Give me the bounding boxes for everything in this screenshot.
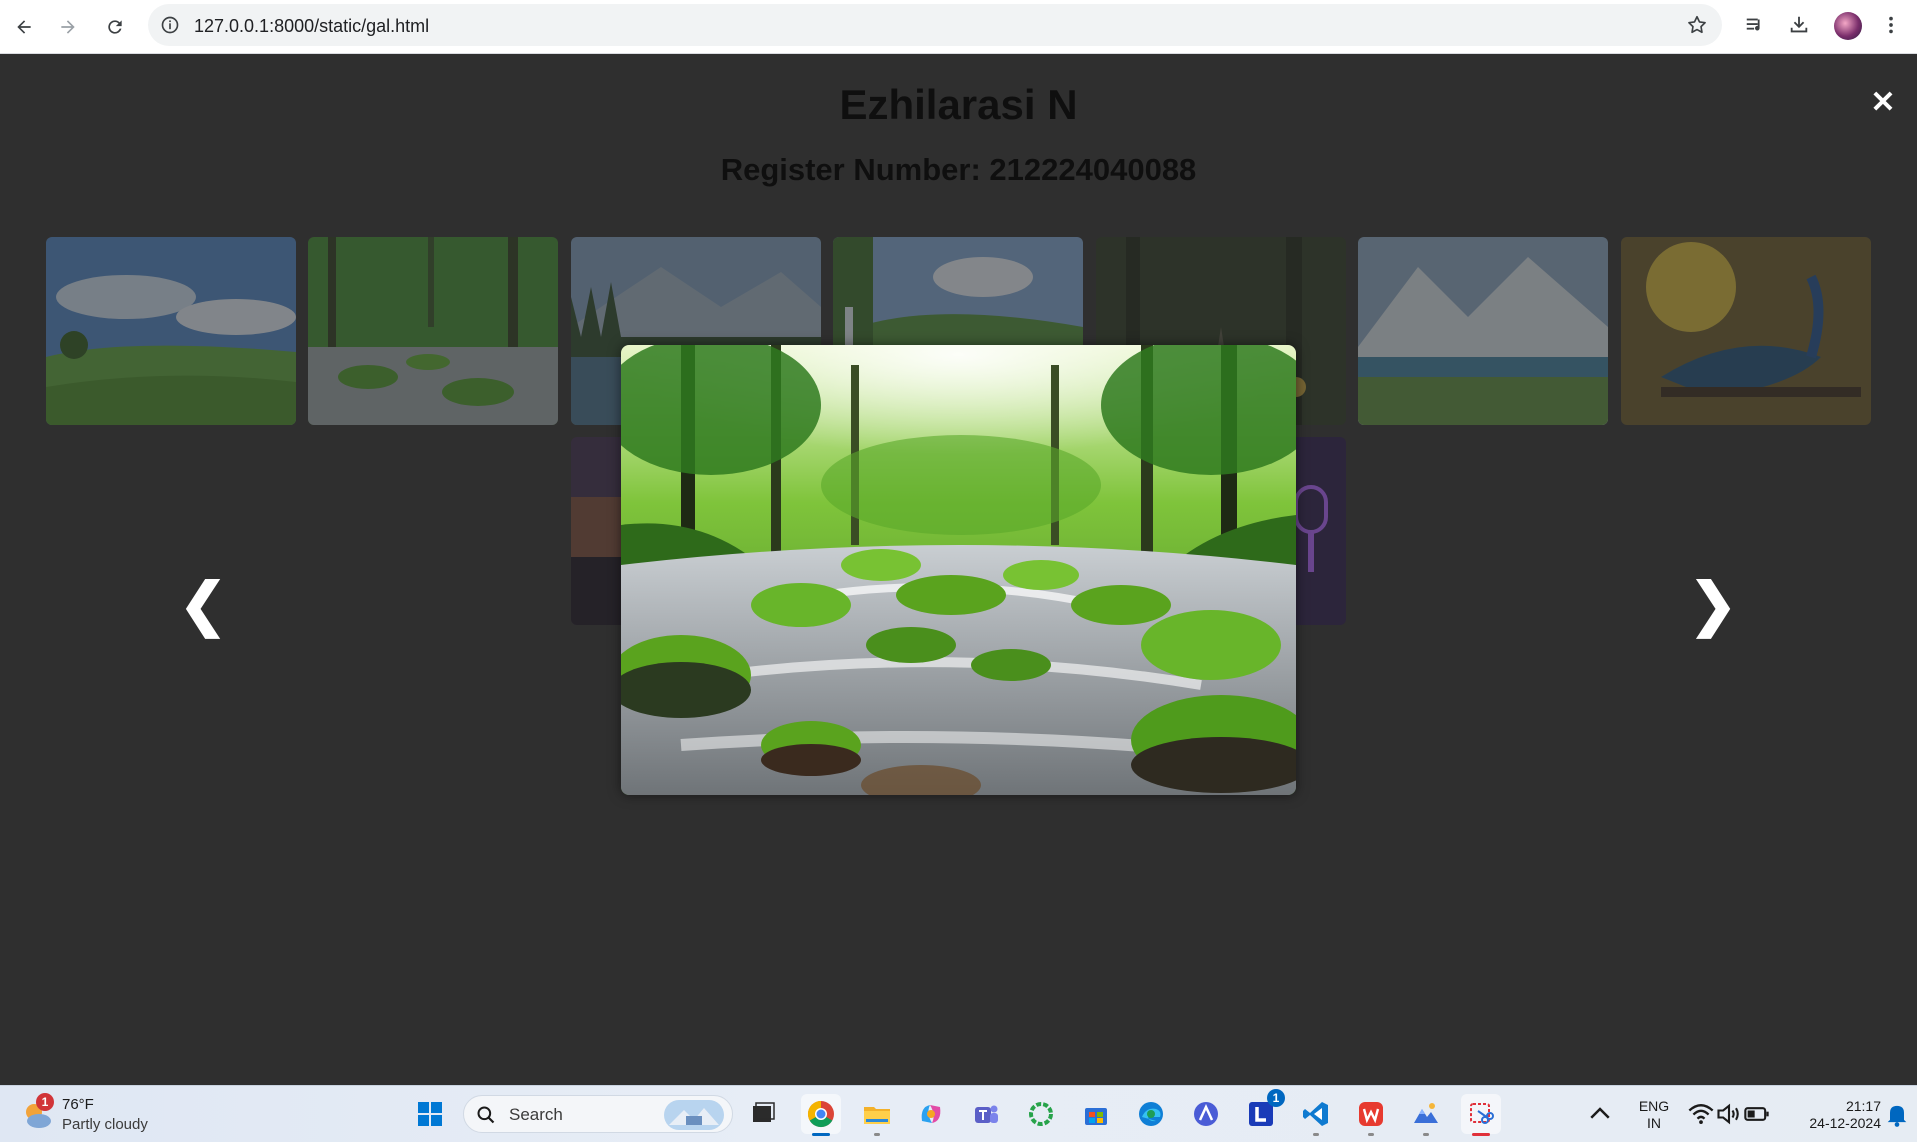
weather-alert-badge: 1 [36,1093,54,1111]
reading-list-icon[interactable] [1742,12,1768,38]
circular-app-button[interactable] [1021,1094,1061,1134]
snipping-tool-button[interactable] [1461,1094,1501,1136]
gallery-thumbnail[interactable] [46,237,296,425]
proton-vpn-button[interactable] [1186,1094,1226,1134]
language-code: ENG [1638,1098,1670,1114]
wps-office-button[interactable] [1351,1094,1391,1136]
next-image-button[interactable]: ❯ [1689,575,1738,635]
back-button[interactable] [6,9,42,45]
gallery-page: Ezhilarasi N Register Number: 2122240400… [0,55,1917,1085]
wifi-status-icon[interactable] [1687,1094,1715,1134]
bookmark-star-icon[interactable] [1686,14,1708,36]
search-highlight-icon [664,1100,724,1130]
task-view-button[interactable] [743,1094,783,1134]
register-number: Register Number: 212224040088 [720,152,1197,187]
microsoft-store-button[interactable] [1076,1094,1116,1134]
edge-icon [1139,1102,1163,1126]
weather-condition: Partly cloudy [62,1116,148,1133]
copilot-button[interactable] [911,1094,951,1134]
weather-temperature: 76°F [62,1096,94,1113]
forward-arrow-icon [61,20,75,34]
close-lightbox-button[interactable]: ✕ [1868,86,1898,119]
clock-time: 21:17 [1845,1098,1881,1114]
system-tray: ENG IN 21:17 24-12-2024 [1583,1086,1917,1142]
reload-button[interactable] [97,9,133,45]
notification-badge: 1 [1267,1089,1285,1107]
chrome-taskbar-button[interactable] [801,1094,841,1136]
browser-toolbar: 127.0.0.1:8000/static/gal.html [0,0,1917,54]
teams-button[interactable] [966,1094,1006,1134]
vpn-triangle-icon [1194,1102,1218,1126]
reload-icon [108,20,122,34]
input-language-indicator[interactable]: ENG IN [1634,1098,1674,1132]
vscode-button[interactable] [1296,1094,1336,1136]
gallery-thumbnail[interactable] [308,237,558,425]
show-hidden-icons-button[interactable] [1583,1094,1617,1134]
store-icon [1085,1108,1107,1125]
snipping-tool-icon [1470,1103,1494,1124]
browser-menu-icon[interactable] [1878,12,1904,38]
file-explorer-button[interactable] [857,1094,897,1136]
chrome-icon [807,1100,834,1128]
gallery-thumbnail[interactable] [1621,237,1871,425]
gallery-thumbnail[interactable] [1358,237,1608,425]
page-title: Ezhilarasi N [839,81,1078,128]
lens-app-button[interactable]: 1 [1241,1089,1285,1134]
vscode-icon [1303,1102,1328,1126]
downloads-icon[interactable] [1786,12,1812,38]
chevron-up-icon [1590,1107,1610,1119]
search-placeholder: Search [509,1105,563,1124]
copilot-icon [921,1105,941,1123]
mountain-photos-icon [1414,1103,1438,1123]
volume-icon[interactable] [1715,1094,1743,1134]
folder-icon [864,1107,890,1124]
forward-button[interactable] [50,9,86,45]
weather-widget[interactable]: 1 76°F Partly cloudy [20,1093,180,1136]
taskbar-search[interactable]: Search [463,1095,733,1133]
site-info-icon[interactable] [160,15,180,35]
edge-button[interactable] [1131,1094,1171,1134]
region-code: IN [1647,1115,1661,1131]
wps-icon [1359,1102,1383,1126]
url-text[interactable]: 127.0.0.1:8000/static/gal.html [194,16,429,37]
task-view-icon [753,1102,775,1122]
battery-icon[interactable] [1743,1094,1771,1134]
profile-avatar[interactable] [1834,12,1862,40]
notification-bell-icon[interactable] [1883,1094,1911,1134]
search-icon [477,1106,495,1124]
start-button[interactable] [410,1094,450,1134]
back-arrow-icon [17,20,31,34]
clock-date: 24-12-2024 [1809,1115,1881,1131]
previous-image-button[interactable]: ❮ [179,575,228,635]
green-ring-icon [1029,1102,1053,1126]
address-bar[interactable]: 127.0.0.1:8000/static/gal.html [148,4,1722,46]
photos-button[interactable] [1406,1094,1446,1136]
windows-logo-icon [418,1102,442,1126]
windows-taskbar: 1 76°F Partly cloudy Search 1 ENG IN 21:… [0,1085,1917,1142]
lightbox-image [621,345,1296,795]
system-clock[interactable]: 21:17 24-12-2024 [1783,1098,1881,1132]
teams-icon [975,1105,998,1123]
